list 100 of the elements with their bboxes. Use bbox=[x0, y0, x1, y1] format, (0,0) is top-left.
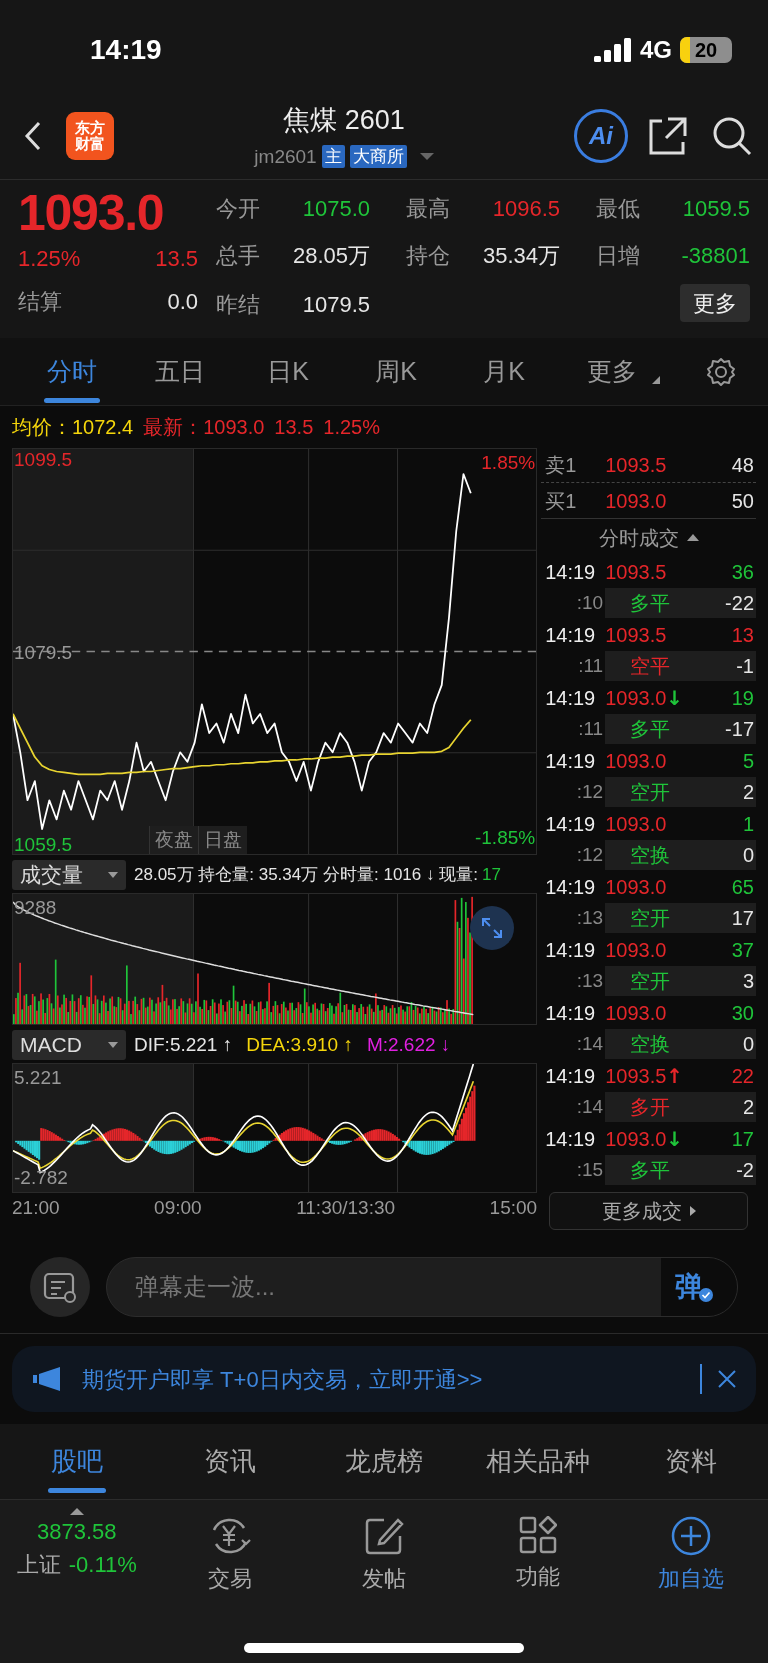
comment-field[interactable]: 弹幕走一波... 弹 bbox=[106, 1256, 738, 1317]
time-label: 21:00 bbox=[12, 1195, 60, 1220]
trade-type: 空开 bbox=[629, 780, 672, 806]
ai-button[interactable]: Ai bbox=[574, 108, 628, 163]
position-change: -2 bbox=[736, 1158, 755, 1184]
stat-label: 最低 bbox=[596, 195, 641, 223]
trade-type: 空换 bbox=[629, 1032, 672, 1058]
change-percent: 1.25% bbox=[18, 245, 81, 273]
apps-icon bbox=[518, 1516, 557, 1554]
caret-icon[interactable] bbox=[419, 152, 434, 161]
position-change: 0 bbox=[742, 843, 755, 869]
caret-icon[interactable] bbox=[686, 534, 699, 541]
share-icon[interactable] bbox=[648, 115, 688, 156]
more-button[interactable]: 更多 bbox=[680, 284, 750, 322]
caret-icon bbox=[69, 1508, 84, 1515]
caret-icon bbox=[652, 375, 660, 384]
chart-tab[interactable]: 月K bbox=[450, 338, 558, 405]
chart-tab[interactable]: 日K bbox=[234, 338, 342, 405]
order-label: 买1 bbox=[544, 488, 578, 514]
chart-tab[interactable]: 周K bbox=[342, 338, 450, 405]
caret-icon bbox=[108, 871, 118, 879]
stat-label: 总手 bbox=[216, 242, 261, 270]
position-change: 2 bbox=[742, 780, 755, 806]
last-price: 1093.0 bbox=[18, 184, 165, 242]
summary-text: 13.5 bbox=[274, 415, 314, 440]
send-danmaku-button[interactable]: 弹 bbox=[661, 1257, 737, 1316]
more-trades-button[interactable]: 更多成交 bbox=[549, 1192, 748, 1230]
chart-tab[interactable]: 五日 bbox=[126, 338, 234, 405]
trade-time: 14:19 bbox=[544, 685, 597, 711]
axis-label: -1.85% bbox=[474, 825, 536, 850]
stat-label: 结算 bbox=[18, 288, 62, 316]
content-tab[interactable]: 股吧 bbox=[0, 1424, 154, 1499]
trade-price: 1093.0 bbox=[605, 748, 667, 774]
trade-type: 空换 bbox=[629, 843, 672, 869]
nav-button[interactable]: 功能 bbox=[460, 1508, 615, 1610]
content-tab[interactable]: 资讯 bbox=[153, 1424, 308, 1499]
stat-label: 昨结 bbox=[216, 290, 261, 319]
order-volume: 50 bbox=[731, 488, 755, 514]
axis-label: 1079.5 bbox=[14, 642, 73, 663]
axis-label: -2.782 bbox=[14, 1165, 68, 1190]
axis-label: 1.85% bbox=[481, 451, 536, 475]
position-change: 17 bbox=[731, 906, 755, 932]
edit-icon bbox=[364, 1516, 404, 1556]
chart-tab[interactable]: 分时 bbox=[18, 338, 126, 405]
back-icon[interactable] bbox=[24, 120, 42, 151]
trade-seconds: :14 bbox=[575, 1032, 605, 1056]
nav-button[interactable]: 加自选 bbox=[614, 1508, 768, 1610]
axis-label: 1059.5 bbox=[14, 835, 73, 856]
trade-arrow: ↓ bbox=[666, 686, 684, 709]
index-name: 上证 bbox=[16, 1551, 61, 1579]
trade-seconds: :10 bbox=[575, 591, 605, 615]
promo-banner[interactable]: 期货开户即享 T+0日内交易，立即开通>> bbox=[12, 1346, 756, 1412]
caret-icon bbox=[689, 1206, 696, 1216]
macd-info: DEA:3.910 ↑ bbox=[246, 1032, 353, 1057]
close-icon[interactable] bbox=[718, 1370, 736, 1388]
trade-price: 1093.0 bbox=[605, 874, 667, 900]
nav-button[interactable]: 发帖 bbox=[307, 1508, 461, 1610]
expand-button[interactable] bbox=[470, 906, 515, 950]
trade-volume: 13 bbox=[731, 622, 755, 648]
indicator-selector[interactable]: MACD bbox=[12, 1030, 126, 1060]
signal-icon bbox=[594, 38, 632, 62]
trade-type: 多开 bbox=[629, 1095, 672, 1121]
trade-volume: 65 bbox=[731, 874, 755, 900]
content-tab[interactable]: 龙虎榜 bbox=[307, 1424, 461, 1499]
nav-button[interactable]: 交易 bbox=[153, 1508, 308, 1610]
settings-list-icon bbox=[43, 1270, 77, 1303]
trade-type: 空开 bbox=[629, 969, 672, 995]
trade-seconds: :12 bbox=[575, 780, 605, 804]
promo-text: 期货开户即享 T+0日内交易，立即开通>> bbox=[82, 1365, 483, 1394]
contract-title: 焦煤 2601 bbox=[283, 104, 405, 137]
add-icon bbox=[671, 1516, 712, 1556]
check-badge-icon bbox=[699, 1287, 713, 1302]
trade-volume: 37 bbox=[731, 937, 755, 963]
indicator-selector[interactable]: 成交量 bbox=[12, 860, 126, 890]
status-time: 14:19 bbox=[90, 33, 162, 67]
time-label: 09:00 bbox=[154, 1195, 202, 1220]
stat-label: 最高 bbox=[406, 195, 451, 223]
stat-value: 0.0 bbox=[167, 288, 198, 316]
app-logo: 东方 财富 bbox=[66, 111, 114, 160]
trade-price: 1093.0 bbox=[605, 685, 667, 711]
time-label: 15:00 bbox=[489, 1195, 538, 1220]
axis-label: 1099.5 bbox=[14, 449, 73, 470]
stat-value: 1075.0 bbox=[301, 195, 370, 223]
battery-icon: 20 bbox=[680, 37, 732, 63]
contract-code: jm2601 bbox=[254, 144, 317, 169]
settings-icon[interactable] bbox=[706, 356, 736, 387]
trade-volume: 30 bbox=[731, 1000, 755, 1026]
search-icon[interactable] bbox=[712, 115, 752, 156]
order-volume: 48 bbox=[731, 453, 755, 478]
content-tab[interactable]: 相关品种 bbox=[460, 1424, 615, 1499]
axis-label: 5.221 bbox=[14, 1066, 62, 1090]
summary-text: 1072.4 bbox=[72, 415, 134, 440]
stat-value: -38801 bbox=[680, 242, 750, 270]
stat-value: 1059.5 bbox=[681, 195, 750, 223]
chart-tab[interactable]: 更多 bbox=[558, 338, 666, 405]
summary-text: 1093.0 bbox=[203, 415, 265, 440]
stat-label: 日增 bbox=[596, 242, 641, 270]
trade-time: 14:19 bbox=[544, 1000, 597, 1026]
volume-info: 28.05万 持仓量: 35.34万 分时量: 1016 ↓ 现量: bbox=[134, 864, 478, 887]
content-tab[interactable]: 资料 bbox=[614, 1424, 768, 1499]
